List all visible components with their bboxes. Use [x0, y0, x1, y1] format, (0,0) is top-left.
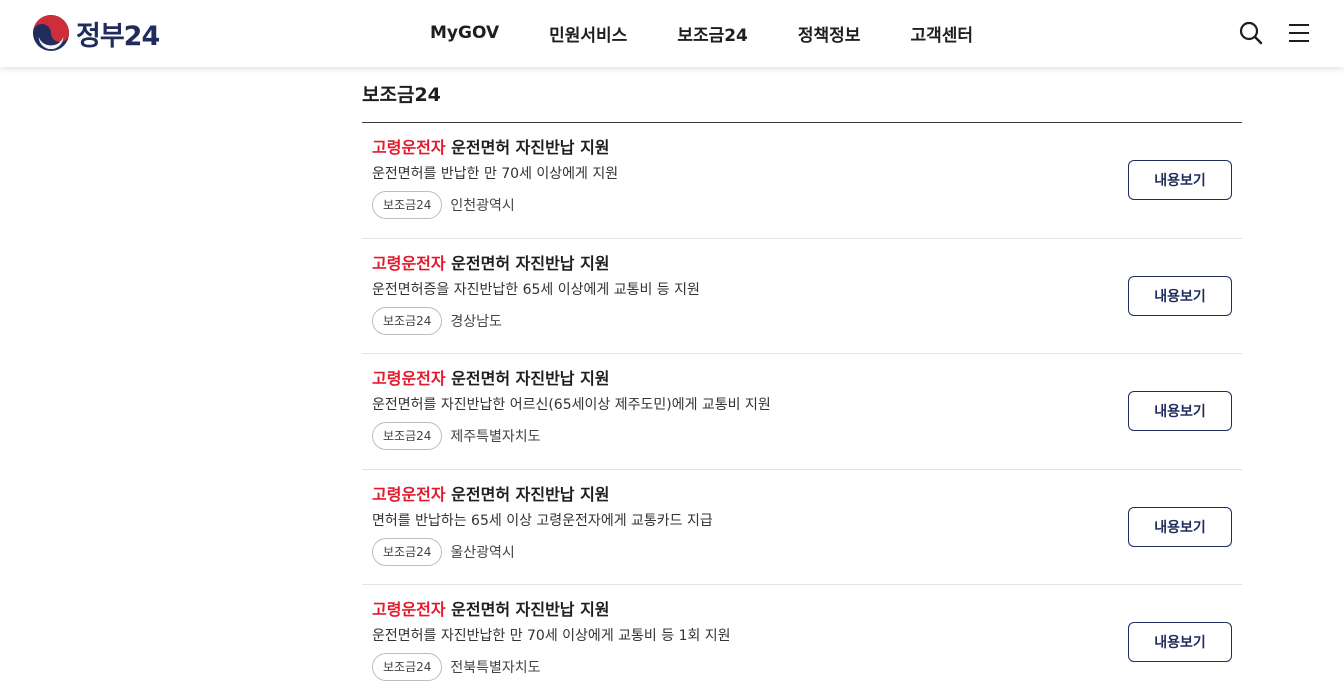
list-item: 고령운전자 운전면허 자진반납 지원 운전면허를 자진반납한 만 70세 이상에… [362, 585, 1242, 696]
item-title-rest: 운전면허 자진반납 지원 [445, 369, 610, 388]
item-meta: 보조금24 울산광역시 [372, 537, 1232, 566]
category-tag: 보조금24 [372, 653, 443, 681]
nav-item-mygov[interactable]: MyGOV [430, 23, 499, 43]
item-title-highlight: 고령운전자 [372, 600, 446, 619]
hamburger-menu-icon [1289, 24, 1309, 42]
item-title-highlight: 고령운전자 [372, 484, 446, 504]
item-meta: 보조금24 경상남도 [372, 306, 1232, 335]
region-label: 전북특별자치도 [450, 660, 541, 676]
list-item: 고령운전자 운전면허 자진반납 지원 면허를 반납하는 65세 이상 고령운전자… [362, 470, 1242, 585]
item-title-rest: 운전면허 자진반납 지원 [445, 600, 610, 619]
nav-item-policy-info[interactable]: 정책정보 [798, 21, 861, 46]
site-logo[interactable]: 정부24 [32, 14, 160, 52]
list-item: 고령운전자 운전면허 자진반납 지원 운전면허를 자진반납한 어르신(65세이상… [362, 354, 1242, 470]
region-label: 인천광역시 [450, 198, 515, 214]
item-title-highlight: 고령운전자 [372, 138, 446, 157]
taegeuk-emblem-icon [32, 14, 70, 52]
view-details-button[interactable]: 내용보기 [1128, 160, 1232, 200]
item-description: 운전면허를 자진반납한 만 70세 이상에게 교통비 등 1회 지원 [372, 628, 731, 644]
item-meta: 보조금24 인천광역시 [372, 191, 1232, 219]
category-tag: 보조금24 [372, 306, 443, 335]
region-label: 울산광역시 [450, 544, 515, 561]
section-title: 보조금24 [362, 67, 1242, 123]
item-title[interactable]: 고령운전자 운전면허 자진반납 지원 [372, 136, 1232, 160]
view-details-button[interactable]: 내용보기 [1128, 506, 1232, 547]
category-tag: 보조금24 [372, 537, 443, 566]
item-title-rest: 운전면허 자진반납 지원 [445, 138, 610, 157]
category-tag: 보조금24 [372, 422, 443, 450]
subsidy-list-section: 보조금24 고령운전자 운전면허 자진반납 지원 운전면허를 반납한 만 70세… [362, 67, 1242, 696]
search-icon [1239, 21, 1263, 45]
region-label: 제주특별자치도 [450, 429, 541, 445]
item-title[interactable]: 고령운전자 운전면허 자진반납 지원 [372, 367, 1232, 391]
category-tag: 보조금24 [372, 191, 443, 219]
logo-text: 정부24 [76, 20, 160, 52]
item-title-highlight: 고령운전자 [372, 369, 446, 388]
list-item: 고령운전자 운전면허 자진반납 지원 운전면허를 반납한 만 70세 이상에게 … [362, 123, 1242, 239]
item-title[interactable]: 고령운전자 운전면허 자진반납 지원 [372, 483, 1232, 507]
item-meta: 보조금24 제주특별자치도 [372, 422, 1232, 450]
item-description: 운전면허를 자진반납한 어르신(65세이상 제주도민)에게 교통비 지원 [372, 397, 771, 413]
view-details-button[interactable]: 내용보기 [1128, 622, 1232, 662]
item-title[interactable]: 고령운전자 운전면허 자진반납 지원 [372, 252, 1232, 276]
main-nav: MyGOV 민원서비스 보조금24 정책정보 고객센터 [430, 20, 973, 46]
item-title-highlight: 고령운전자 [372, 253, 446, 273]
item-description: 면허를 반납하는 65세 이상 고령운전자에게 교통카드 지급 [372, 512, 713, 529]
list-item: 고령운전자 운전면허 자진반납 지원 운전면허증을 자진반납한 65세 이상에게… [362, 239, 1242, 354]
nav-item-civil-service[interactable]: 민원서비스 [549, 21, 627, 46]
search-button[interactable] [1238, 20, 1264, 46]
nav-item-customer-center[interactable]: 고객센터 [910, 21, 973, 46]
view-details-button[interactable]: 내용보기 [1128, 391, 1232, 431]
item-description: 운전면허를 반납한 만 70세 이상에게 지원 [372, 166, 619, 182]
item-title-rest: 운전면허 자진반납 지원 [445, 253, 610, 273]
item-description: 운전면허증을 자진반납한 65세 이상에게 교통비 등 지원 [372, 281, 700, 298]
item-title-rest: 운전면허 자진반납 지원 [445, 484, 610, 504]
menu-button[interactable] [1286, 20, 1312, 46]
view-details-button[interactable]: 내용보기 [1128, 275, 1232, 316]
item-meta: 보조금24 전북특별자치도 [372, 653, 1232, 681]
nav-item-subsidy24[interactable]: 보조금24 [677, 21, 748, 46]
site-header: 정부24 MyGOV 민원서비스 보조금24 정책정보 고객센터 [0, 0, 1344, 67]
region-label: 경상남도 [450, 313, 502, 330]
item-title[interactable]: 고령운전자 운전면허 자진반납 지원 [372, 598, 1232, 622]
